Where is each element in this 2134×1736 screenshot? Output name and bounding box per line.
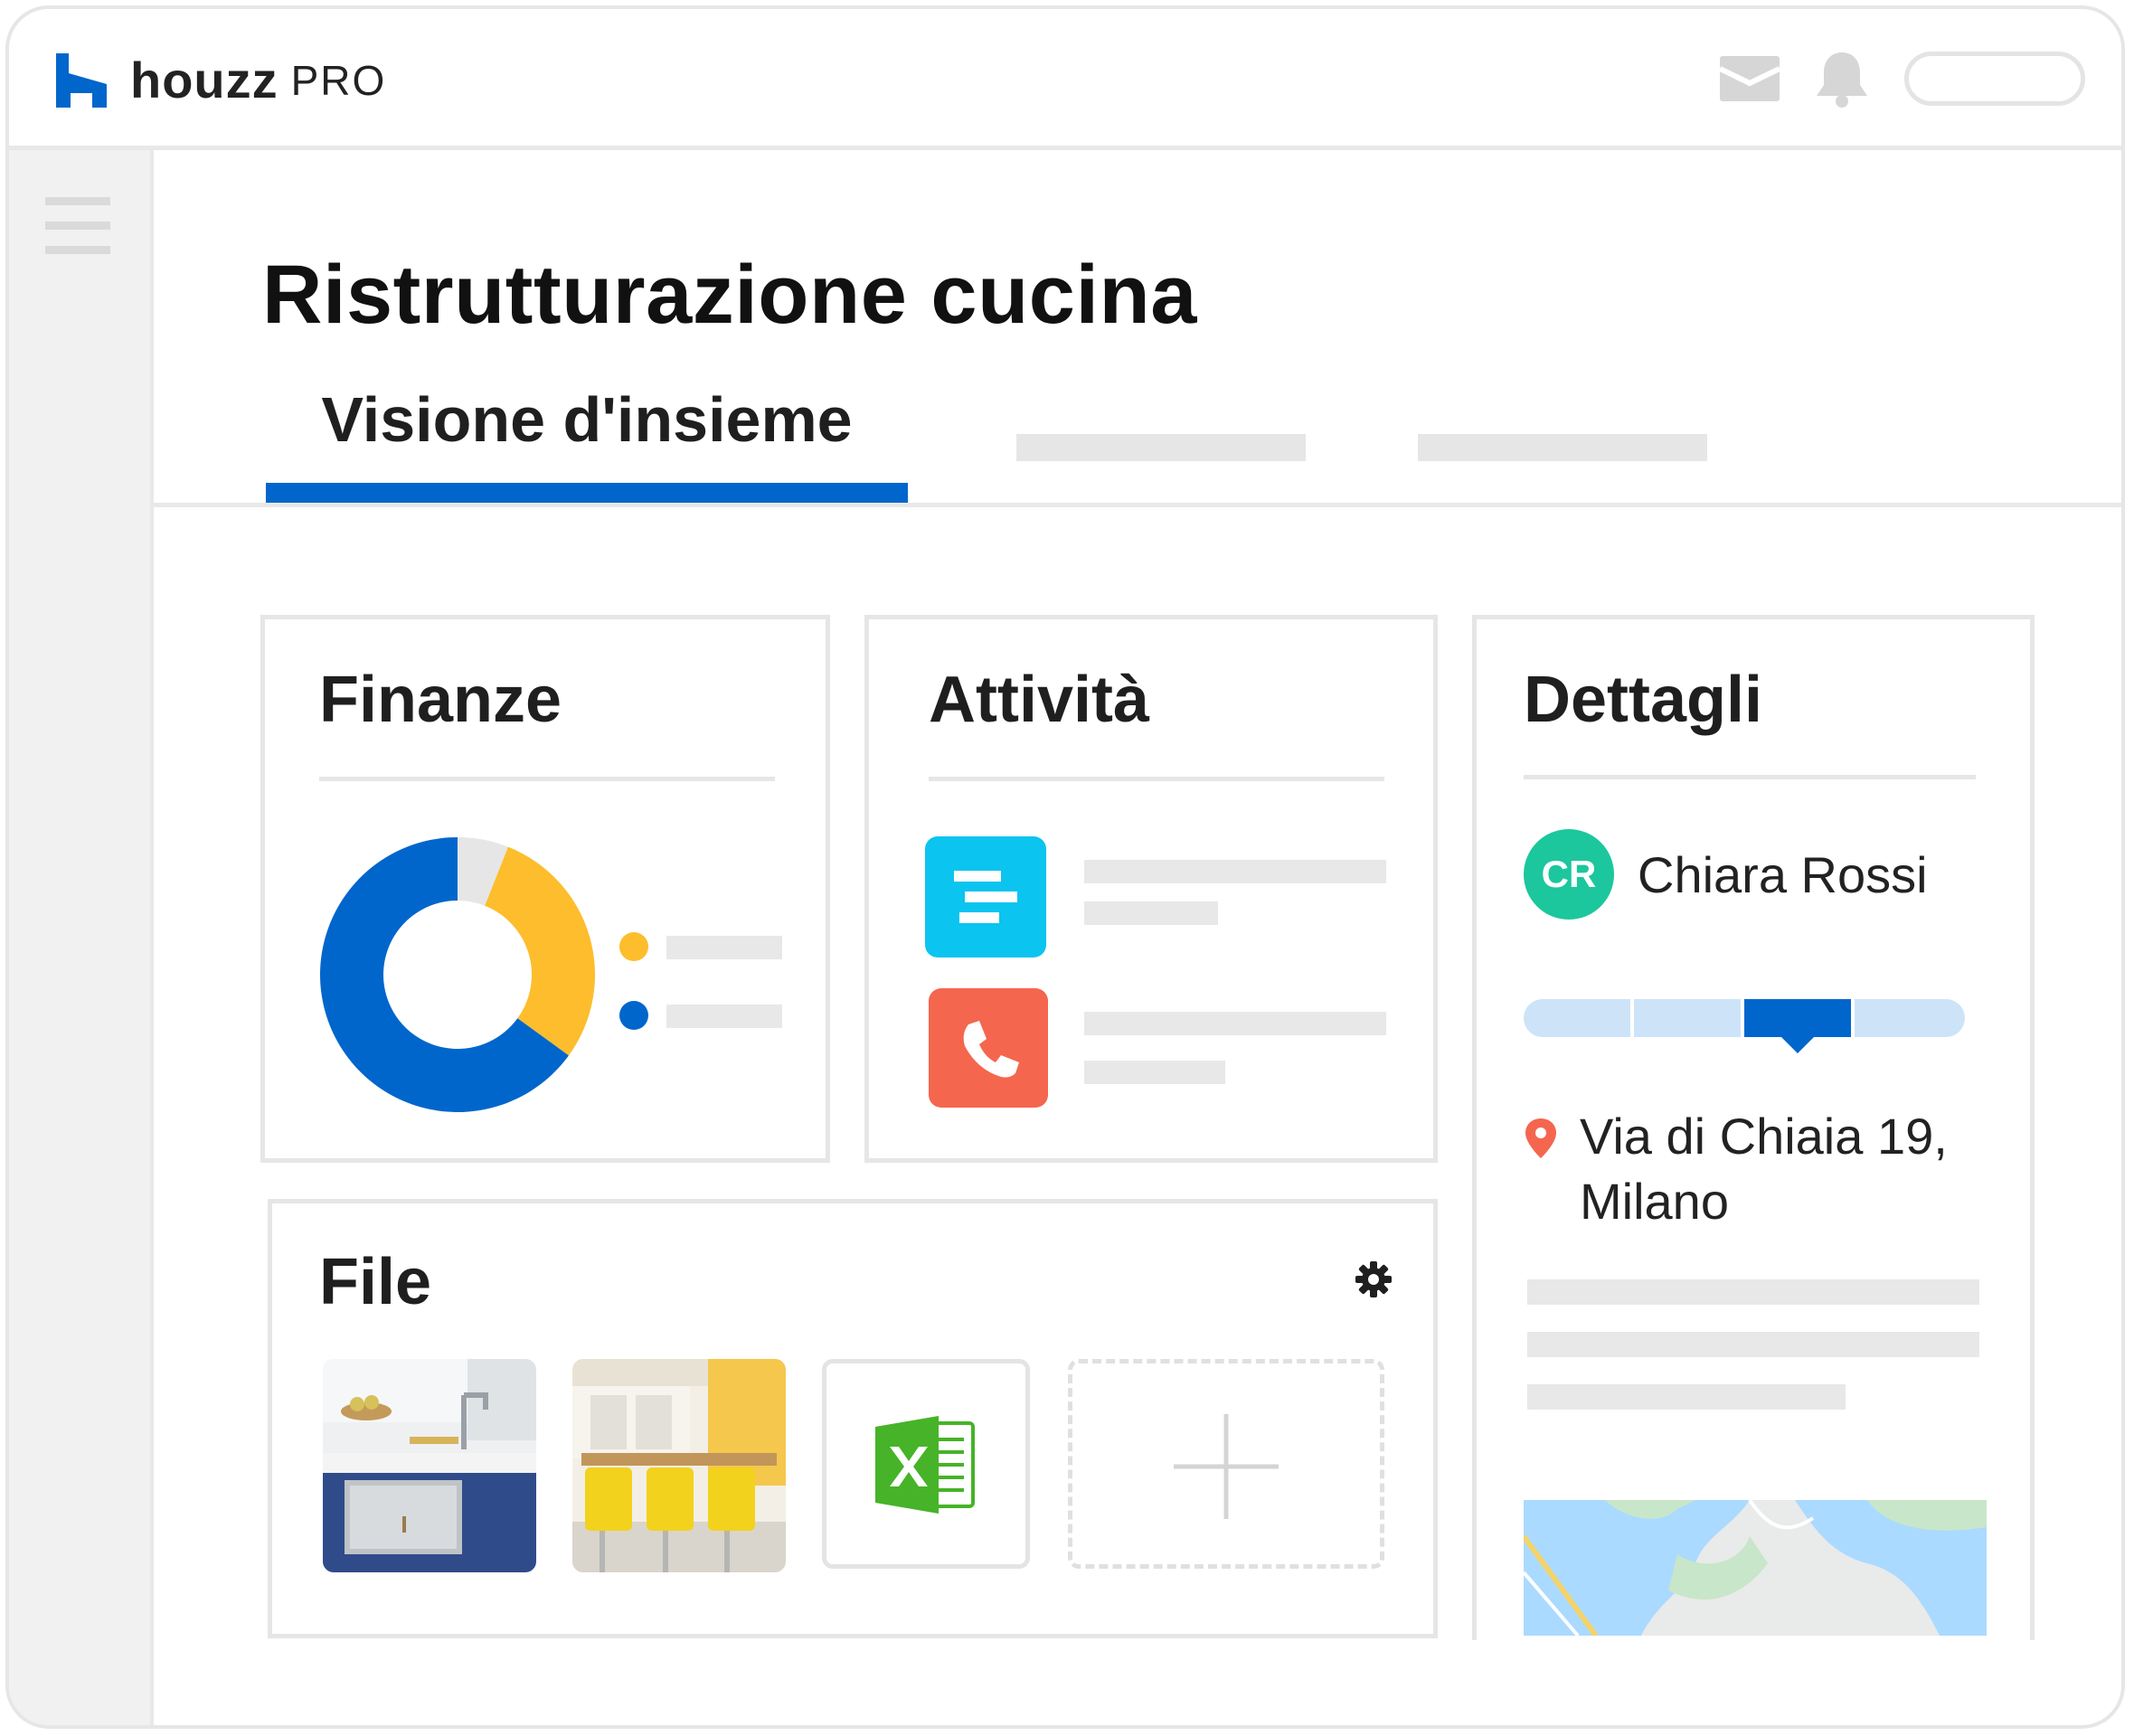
brand-logo[interactable]: houzz PRO bbox=[56, 51, 386, 109]
gear-icon[interactable] bbox=[1354, 1260, 1393, 1299]
legend-label-placeholder bbox=[666, 936, 782, 959]
kitchen-sink-photo bbox=[323, 1359, 536, 1572]
card-title: Dettagli bbox=[1524, 664, 1763, 736]
map-thumbnail[interactable] bbox=[1524, 1500, 1987, 1636]
client-name[interactable]: Chiara Rossi bbox=[1638, 845, 1928, 904]
file-excel[interactable] bbox=[822, 1359, 1030, 1569]
tab-placeholder-2[interactable] bbox=[1016, 434, 1306, 461]
stage-segment-3-current[interactable] bbox=[1744, 999, 1851, 1037]
timeline-icon bbox=[954, 871, 1017, 923]
excel-file-icon bbox=[875, 1416, 975, 1514]
address-line-1: Via di Chiaia 19, bbox=[1580, 1108, 1948, 1165]
hamburger-menu-icon[interactable] bbox=[45, 197, 110, 270]
call-item[interactable] bbox=[929, 988, 1048, 1108]
tabs-divider bbox=[154, 503, 2121, 507]
legend-label-placeholder bbox=[666, 1005, 782, 1028]
donut-slice-2 bbox=[485, 846, 595, 1056]
yellow-chairs-photo bbox=[572, 1359, 786, 1572]
card-divider bbox=[319, 777, 775, 781]
tab-placeholder-3[interactable] bbox=[1418, 434, 1707, 461]
client-address: Via di Chiaia 19, Milano bbox=[1580, 1104, 1948, 1234]
inbox-icon[interactable] bbox=[1720, 56, 1780, 101]
sidebar bbox=[9, 150, 154, 1725]
stage-indicator-pointer bbox=[1781, 1037, 1814, 1053]
finance-donut-chart bbox=[319, 837, 595, 1112]
card-divider bbox=[929, 777, 1384, 781]
location-pin-icon bbox=[1525, 1118, 1556, 1158]
file-photo-yellow-chairs[interactable] bbox=[572, 1359, 786, 1572]
stage-segment-4[interactable] bbox=[1855, 999, 1965, 1037]
legend-dot-yellow bbox=[619, 932, 648, 961]
card-title: Finanze bbox=[319, 664, 562, 736]
brand-suffix: PRO bbox=[290, 56, 387, 104]
detail-text-placeholder bbox=[1527, 1384, 1846, 1410]
files-card: File bbox=[268, 1199, 1438, 1638]
address-line-2: Milano bbox=[1580, 1173, 1729, 1230]
brand-name: houzz bbox=[130, 52, 279, 108]
task-text-placeholder bbox=[1084, 860, 1386, 883]
app-window: houzz PRO Ristrutturazione cucina Vision… bbox=[5, 5, 2125, 1729]
activity-card: Attività bbox=[864, 615, 1438, 1163]
houzz-logo-icon bbox=[56, 52, 107, 108]
card-title: Attività bbox=[929, 664, 1150, 736]
bell-icon[interactable] bbox=[1812, 49, 1872, 108]
add-file-button[interactable] bbox=[1068, 1359, 1384, 1569]
stage-segment-2[interactable] bbox=[1634, 999, 1741, 1037]
top-bar: houzz PRO bbox=[9, 9, 2121, 150]
task-text-placeholder bbox=[1084, 901, 1218, 925]
phone-icon bbox=[963, 1021, 1019, 1078]
file-photo-kitchen-sink[interactable] bbox=[323, 1359, 536, 1572]
page-title: Ristrutturazione cucina bbox=[262, 249, 1197, 341]
legend-dot-blue bbox=[619, 1001, 648, 1030]
client-avatar[interactable]: CR bbox=[1524, 829, 1614, 920]
stage-segment-1[interactable] bbox=[1524, 999, 1630, 1037]
task-item[interactable] bbox=[925, 836, 1046, 958]
plus-icon bbox=[1174, 1414, 1279, 1519]
search-pill[interactable] bbox=[1904, 52, 2085, 106]
card-title: File bbox=[319, 1246, 432, 1318]
tab-active-indicator bbox=[266, 483, 908, 505]
details-card: Dettagli CR Chiara Rossi Via di Chiaia 1… bbox=[1472, 615, 2035, 1640]
card-divider bbox=[1524, 775, 1976, 779]
call-text-placeholder bbox=[1084, 1061, 1225, 1084]
tab-overview[interactable]: Visione d'insieme bbox=[266, 383, 908, 456]
call-text-placeholder bbox=[1084, 1012, 1386, 1035]
detail-text-placeholder bbox=[1527, 1279, 1979, 1305]
detail-text-placeholder bbox=[1527, 1332, 1979, 1357]
finance-card: Finanze bbox=[260, 615, 830, 1163]
